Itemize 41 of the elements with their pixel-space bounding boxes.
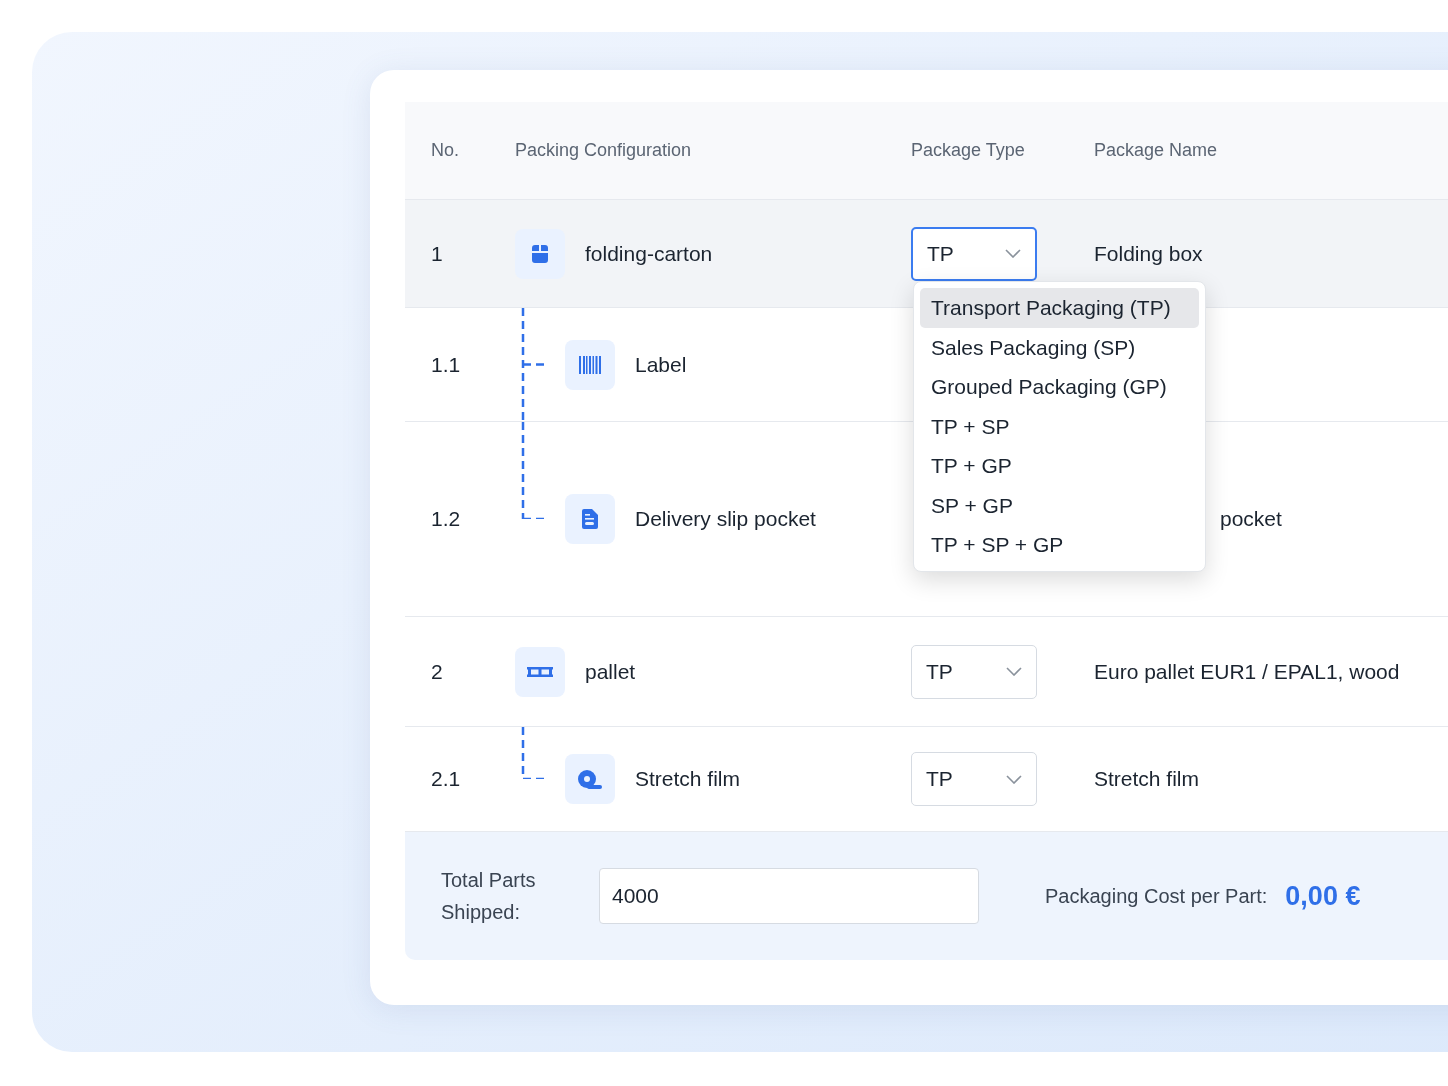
column-header: Packing Configuration	[515, 139, 693, 162]
tape-roll-icon	[578, 769, 602, 789]
configuration-name: Delivery slip pocket	[635, 506, 816, 533]
box-icon	[530, 244, 550, 263]
configuration-name: Label	[635, 351, 687, 378]
dropdown-option[interactable]: TP + GP	[920, 446, 1199, 486]
column-header: Package Type	[911, 139, 1026, 162]
document-icon	[582, 509, 598, 529]
package-name: pocket	[1219, 507, 1282, 531]
package-type-select[interactable]: TP	[911, 752, 1037, 806]
row-number: 2	[430, 658, 443, 685]
row-number: 1.2	[430, 506, 461, 533]
column-header: No.	[430, 139, 460, 162]
cost-value: 0,00 €	[1285, 879, 1361, 913]
chevron-down-icon	[1005, 249, 1021, 258]
dropdown-option[interactable]: Grouped Packaging (GP)	[920, 367, 1199, 407]
dropdown-option[interactable]: TP + SP + GP	[920, 525, 1199, 565]
barcode-icon	[579, 355, 601, 374]
dropdown-option[interactable]: SP + GP	[920, 485, 1199, 525]
row-number: 2.1	[430, 766, 461, 793]
dropdown-option[interactable]: TP + SP	[920, 406, 1199, 446]
dropdown-option[interactable]: Transport Packaging (TP)	[920, 288, 1199, 328]
chevron-down-icon	[1006, 667, 1022, 676]
package-name: Folding box	[1094, 241, 1203, 265]
package-type-select[interactable]: TP	[911, 644, 1037, 699]
total-parts-field[interactable]: 4000	[599, 868, 979, 924]
configuration-name: folding-carton	[585, 240, 713, 267]
table-row[interactable]: 2.1 Stretch film TP Stretch film	[405, 727, 1448, 832]
package-name: Euro pallet EUR1 / EPAL1, wood	[1094, 659, 1400, 683]
total-parts-label: Total Parts Shipped:	[441, 868, 537, 925]
column-header: Package Name	[1094, 139, 1219, 162]
row-number: 1.1	[430, 351, 461, 378]
dropdown-option[interactable]: Sales Packaging (SP)	[920, 327, 1199, 367]
chevron-down-icon	[1006, 774, 1022, 784]
pallet-icon	[527, 666, 553, 677]
package-name: Stretch film	[1094, 767, 1200, 791]
row-number: 1	[430, 240, 443, 267]
cost-label: Packaging Cost per Part:	[1045, 884, 1268, 909]
configuration-name: pallet	[585, 658, 636, 685]
configuration-name: Stretch film	[635, 766, 741, 793]
package-type-select[interactable]: TP	[911, 226, 1037, 281]
